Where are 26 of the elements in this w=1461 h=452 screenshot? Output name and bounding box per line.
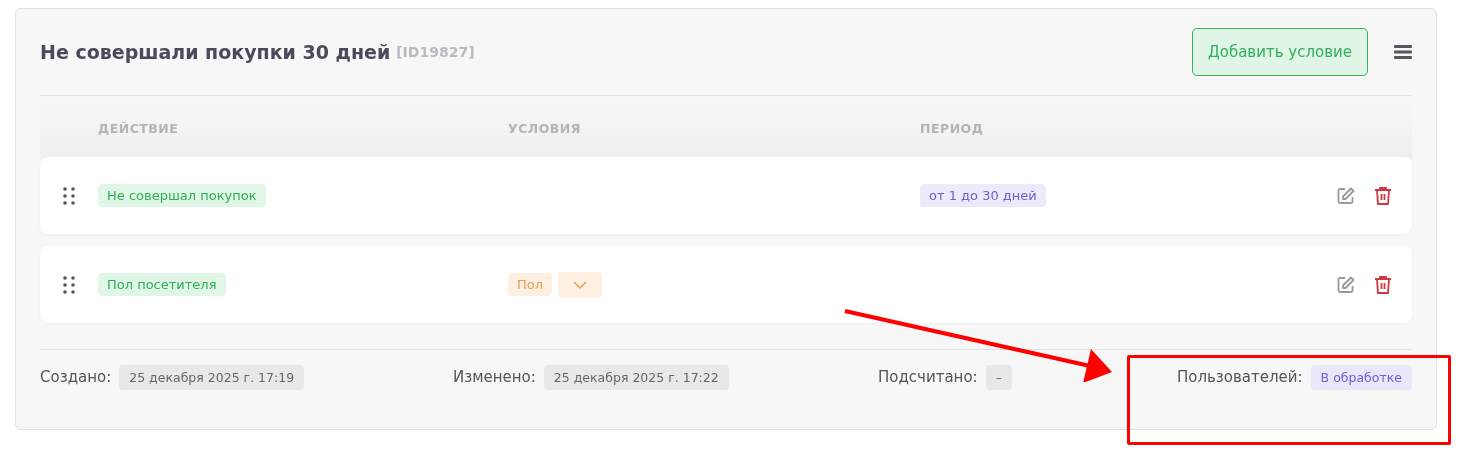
trash-icon[interactable]: [1374, 185, 1392, 206]
column-header: УСЛОВИЯ: [508, 120, 582, 136]
footer-value: 25 декабря 2025 г. 17:19: [119, 364, 305, 390]
add-condition-button[interactable]: Добавить условие: [1192, 28, 1368, 76]
action-tag: Не совершал покупок: [98, 184, 266, 207]
column-header: ДЕЙСТВИЕ: [98, 120, 180, 136]
status-badge: В обработке: [1310, 364, 1412, 390]
footer-value: 25 декабря 2025 г. 17:22: [543, 364, 729, 390]
footer-label: Создано:: [40, 368, 112, 386]
action-tag: Пол посетителя: [98, 273, 226, 296]
edit-icon[interactable]: [1336, 274, 1356, 295]
column-header: ПЕРИОД: [920, 120, 985, 136]
edit-icon[interactable]: [1336, 185, 1356, 206]
drag-handle-icon[interactable]: [63, 275, 75, 294]
footer-value: –: [985, 364, 1012, 390]
footer-label: Изменено:: [453, 368, 536, 386]
footer-label: Подсчитано:: [878, 368, 978, 386]
segment-title: Не совершали покупки 30 дней: [40, 41, 391, 63]
menu-icon[interactable]: [1394, 45, 1412, 59]
chevron-down-icon: [573, 280, 588, 289]
trash-icon[interactable]: [1374, 274, 1392, 295]
drag-handle-icon[interactable]: [63, 186, 75, 205]
footer-label: Пользователей:: [1176, 368, 1303, 386]
condition-tag: Пол: [508, 272, 553, 296]
segment-id: [ID19827]: [396, 44, 475, 60]
period-tag: от 1 до 30 дней: [920, 184, 1046, 207]
